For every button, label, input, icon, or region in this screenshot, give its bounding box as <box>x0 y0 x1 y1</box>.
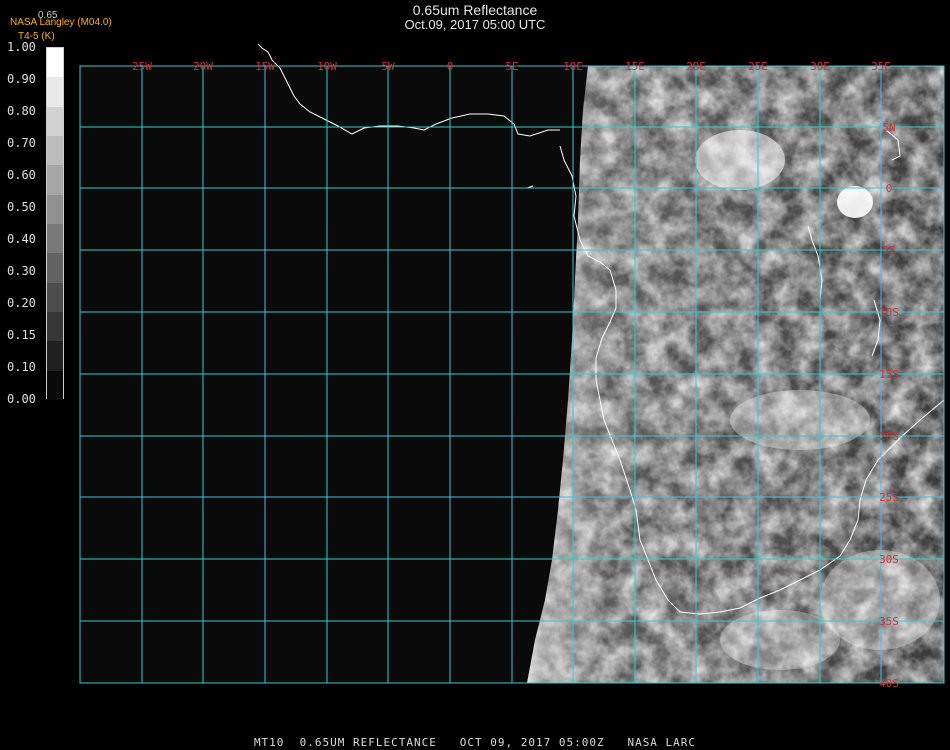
longitude-label: 0 <box>447 60 454 73</box>
colorbar-max-label: 0.65 <box>38 10 58 21</box>
colorbar-segment <box>47 253 63 283</box>
colorbar-segment <box>47 341 63 371</box>
colorbar-segment <box>47 370 63 400</box>
colorbar-tick-label: 1.00 <box>7 40 36 54</box>
producer-label: NASA Langley (M04.0) <box>10 17 112 28</box>
longitude-label: 15W <box>255 60 275 73</box>
colorbar-tick-label: 0.90 <box>7 72 36 86</box>
colorbar-tick-label: 0.00 <box>7 392 36 406</box>
colorbar <box>46 47 64 400</box>
colorbar-tick-label: 0.50 <box>7 200 36 214</box>
latitude-label: 35S <box>879 615 899 628</box>
longitude-label: 25W <box>132 60 152 73</box>
latitude-label: 0 <box>886 182 893 195</box>
colorbar-tick-label: 0.30 <box>7 264 36 278</box>
colorbar-segment <box>47 106 63 136</box>
colorbar-segment <box>47 165 63 195</box>
colorbar-tick-label: 0.20 <box>7 296 36 310</box>
colorbar-segment <box>47 194 63 224</box>
latitude-label: 5N <box>882 121 895 134</box>
footer-caption: MT10 0.65UM REFLECTANCE OCT 09, 2017 05:… <box>253 736 697 749</box>
colorbar-segment <box>47 77 63 107</box>
colorbar-tick-label: 0.40 <box>7 232 36 246</box>
longitude-label: 15E <box>625 60 645 73</box>
longitude-label: 10W <box>317 60 337 73</box>
colorbar-tick-label: 0.15 <box>7 328 36 342</box>
latitude-label: 5S <box>882 244 895 257</box>
latitude-label: 30S <box>879 553 899 566</box>
latitude-label: 40S <box>879 677 899 690</box>
latitude-label: 10S <box>879 306 899 319</box>
longitude-label: 25E <box>748 60 768 73</box>
longitude-label: 35E <box>871 60 891 73</box>
colorbar-segment <box>47 48 63 78</box>
latitude-label: 25S <box>879 491 899 504</box>
colorbar-segment <box>47 312 63 342</box>
colorbar-tick-label: 0.70 <box>7 136 36 150</box>
colorbar-segment <box>47 136 63 166</box>
longitude-label: 20E <box>686 60 706 73</box>
latitude-label: 15S <box>879 368 899 381</box>
colorbar-tick-label: 0.60 <box>7 168 36 182</box>
colorbar-segment <box>47 224 63 254</box>
longitude-label: 10E <box>563 60 583 73</box>
longitude-label: 5E <box>505 60 518 73</box>
latitude-label: 20S <box>879 430 899 443</box>
colorbar-tick-label: 0.80 <box>7 104 36 118</box>
chart-subtitle: Oct.09, 2017 05:00 UTC <box>404 17 546 32</box>
longitude-label: 30E <box>810 60 830 73</box>
colorbar-segment <box>47 282 63 312</box>
colorbar-tick-label: 0.10 <box>7 360 36 374</box>
chart-title: 0.65um Reflectance <box>412 2 538 18</box>
longitude-label: 5W <box>381 60 395 73</box>
satellite-map-view: 25W 20W 15W 10W 5W 0 5E 10E 15E 20E 25E 30E 35E 5N 0 5… <box>0 0 950 750</box>
map-canvas: 25W 20W 15W 10W 5W 0 5E 10E 15E 20E 25E 30E 35E 5N 0 5… <box>79 43 945 690</box>
longitude-label: 20W <box>193 60 213 73</box>
